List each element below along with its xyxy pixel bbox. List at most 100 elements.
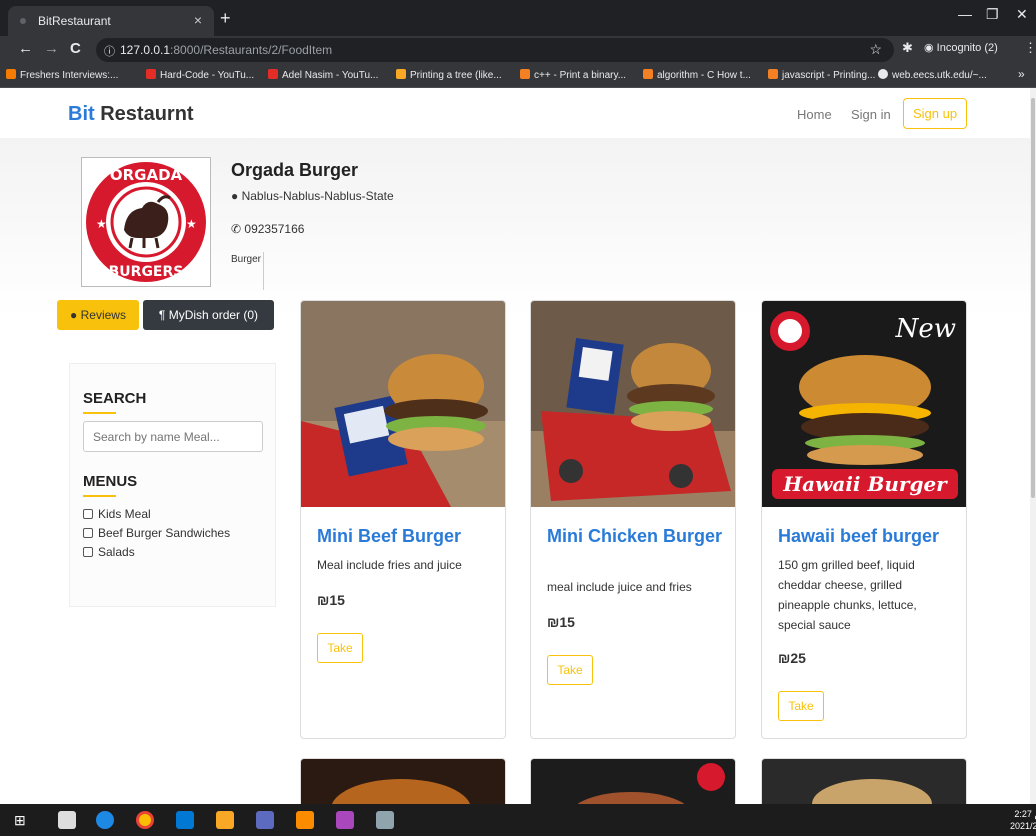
logo-text-bottom: BURGERS: [109, 264, 184, 280]
bookmark-item[interactable]: Adel Nasim - YouTu...: [268, 69, 378, 81]
phone-icon: ✆: [231, 222, 245, 236]
close-window-icon[interactable]: ✕: [1016, 6, 1028, 23]
scrollbar-thumb[interactable]: [1031, 98, 1035, 498]
cutlery-icon: ¶: [158, 308, 169, 322]
take-button[interactable]: Take: [778, 691, 824, 721]
youtube-icon: [146, 69, 156, 79]
app-icon[interactable]: [256, 811, 274, 829]
food-price: ₪15: [547, 614, 575, 630]
checkbox[interactable]: [83, 547, 93, 557]
comment-icon: ●: [70, 308, 81, 322]
stackoverflow-icon: [768, 69, 778, 79]
mydish-order-button[interactable]: ¶ MyDish order (0): [143, 300, 274, 330]
food-title[interactable]: Mini Chicken Burger: [547, 525, 722, 547]
food-image: New Hawaii Burger: [762, 301, 966, 507]
bookmarks-bar: Freshers Interviews:... Hard-Code - YouT…: [0, 64, 1036, 88]
food-image: [301, 759, 505, 804]
divider: [263, 252, 264, 290]
forward-icon[interactable]: →: [44, 40, 59, 57]
menu-filter-beef-burger[interactable]: Beef Burger Sandwiches: [83, 526, 230, 540]
svg-text:★: ★: [186, 217, 197, 231]
restaurant-category: Burger: [231, 254, 262, 265]
page-viewport: Bit Restaurnt Home Sign in Sign up ORGAD…: [0, 88, 1030, 804]
take-button[interactable]: Take: [547, 655, 593, 685]
nav-home-link[interactable]: Home: [797, 107, 832, 122]
nav-signin-link[interactable]: Sign in: [851, 107, 891, 122]
heading-underline: [83, 495, 116, 497]
food-image: [531, 301, 735, 507]
restaurant-address: ● Nablus-Nablus-Nablus-State: [231, 189, 394, 203]
extensions-icon[interactable]: ✱: [902, 40, 913, 56]
site-info-icon[interactable]: ⓘ: [104, 43, 115, 59]
back-icon[interactable]: ←: [18, 40, 33, 57]
food-description: Meal include fries and juice: [317, 558, 462, 572]
browser-tab[interactable]: BitRestaurant ×: [8, 6, 214, 36]
bookmark-item[interactable]: Freshers Interviews:...: [6, 69, 118, 81]
food-price: ₪15: [317, 592, 345, 608]
menu-dots-icon[interactable]: ⋮: [1024, 40, 1036, 56]
take-button[interactable]: Take: [317, 633, 363, 663]
store-icon[interactable]: [58, 811, 76, 829]
youtube-icon: [268, 69, 278, 79]
mail-icon[interactable]: [176, 811, 194, 829]
food-card: [761, 758, 967, 804]
incognito-indicator[interactable]: ◉ Incognito (2): [924, 41, 998, 54]
restore-icon[interactable]: ❐: [986, 6, 999, 23]
bookmark-star-icon[interactable]: ☆: [869, 41, 882, 58]
os-taskbar: ⊞ 2:27 م2021/2/: [0, 804, 1036, 836]
bookmark-item[interactable]: web.eecs.utk.edu/~...: [878, 69, 987, 81]
svg-text:★: ★: [96, 217, 107, 231]
bookmark-item[interactable]: Hard-Code - YouTu...: [146, 69, 254, 81]
reload-icon[interactable]: C: [70, 40, 81, 57]
phpstorm-icon[interactable]: [336, 811, 354, 829]
bookmark-item[interactable]: javascript - Printing...: [768, 69, 875, 81]
checkbox[interactable]: [83, 528, 93, 538]
food-title[interactable]: Hawaii beef burger: [778, 525, 939, 547]
image-text-new: New: [895, 314, 956, 344]
stackoverflow-icon: [520, 69, 530, 79]
minimize-icon[interactable]: —: [958, 6, 972, 22]
food-price: ₪25: [778, 650, 806, 666]
bookmark-item[interactable]: c++ - Print a binary...: [520, 69, 626, 81]
reviews-button[interactable]: ● Reviews: [57, 300, 139, 330]
new-tab-button[interactable]: +: [220, 8, 231, 29]
food-image: [762, 759, 966, 804]
tab-title: BitRestaurant: [38, 14, 111, 28]
page-scrollbar[interactable]: [1030, 88, 1036, 804]
food-description: meal include juice and fries: [547, 580, 692, 594]
food-description: 150 gm grilled beef, liquid cheddar chee…: [778, 558, 917, 632]
address-bar[interactable]: ⓘ 127.0.0.1:8000/Restaurants/2/FoodItem …: [96, 38, 894, 62]
food-card: New Hawaii Burger Hawaii beef burger 150…: [761, 300, 967, 739]
chrome-icon[interactable]: [136, 811, 154, 829]
bookmark-item[interactable]: algorithm - C How t...: [643, 69, 751, 81]
tab-close-icon[interactable]: ×: [194, 12, 202, 28]
food-image: [531, 759, 735, 804]
brand-logo[interactable]: Bit Restaurnt: [68, 103, 194, 126]
food-card: [530, 758, 736, 804]
food-card: Mini Beef Burger Meal include fries and …: [300, 300, 506, 739]
menu-filter-salads[interactable]: Salads: [83, 545, 135, 559]
file-explorer-icon[interactable]: [216, 811, 234, 829]
globe-icon: [878, 69, 888, 79]
filter-sidebar: SEARCH MENUS Kids Meal Beef Burger Sandw…: [69, 363, 276, 607]
edge-icon[interactable]: [96, 811, 114, 829]
checkbox[interactable]: [83, 509, 93, 519]
xampp-icon[interactable]: [296, 811, 314, 829]
signup-button[interactable]: Sign up: [903, 98, 967, 129]
site-navbar: Bit Restaurnt Home Sign in Sign up: [0, 88, 1030, 138]
system-clock[interactable]: 2:27 م2021/2/: [1010, 808, 1036, 832]
food-title[interactable]: Mini Beef Burger: [317, 525, 461, 547]
incognito-icon: ◉: [924, 42, 937, 54]
bookmark-item[interactable]: Printing a tree (like...: [396, 69, 502, 81]
meal-search-input[interactable]: [83, 421, 263, 452]
food-card: Mini Chicken Burger meal include juice a…: [530, 300, 736, 739]
heading-underline: [83, 412, 116, 414]
restaurant-logo: ORGADA BURGERS ★ ★: [81, 157, 211, 287]
app-icon[interactable]: [376, 811, 394, 829]
bookmarks-overflow-icon[interactable]: »: [1018, 67, 1025, 81]
windows-start-icon[interactable]: ⊞: [14, 812, 32, 830]
address-url: 127.0.0.1:8000/Restaurants/2/FoodItem: [120, 43, 333, 57]
menus-heading: MENUS: [83, 473, 138, 490]
browser-toolbar: ← → C ⓘ 127.0.0.1:8000/Restaurants/2/Foo…: [0, 36, 1036, 64]
menu-filter-kids-meal[interactable]: Kids Meal: [83, 507, 151, 521]
